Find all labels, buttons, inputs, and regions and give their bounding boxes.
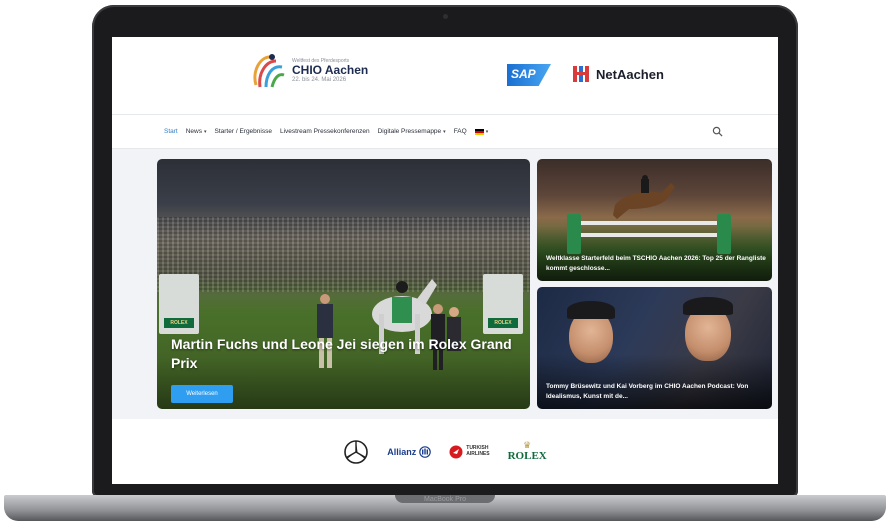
laptop-screen: Weltfest des Pferdesports CHIO Aachen 22… xyxy=(112,37,778,484)
camera-icon xyxy=(443,14,448,19)
turkish-airlines-icon xyxy=(449,445,463,458)
rolex-text: ROLEX xyxy=(507,450,547,462)
sponsor-strip: Allianz TURKISH AIRLINES ♛ ROLEX xyxy=(112,419,778,484)
event-date: 22. bis 24. Mai 2026 xyxy=(292,76,347,83)
nav-label: News xyxy=(185,128,202,135)
chevron-down-icon: ▾ xyxy=(485,128,489,135)
jump-post-left xyxy=(567,214,581,254)
rolex-pillar-right: ROLEX xyxy=(483,274,523,334)
nav-item-pressemappe[interactable]: Digitale Pressemappe ▾ xyxy=(378,128,446,135)
germany-flag-icon xyxy=(474,128,484,135)
side-story-card-1[interactable]: Weltklasse Starterfeld beim TSCHIO Aache… xyxy=(537,159,772,281)
device-label: MacBook Pro xyxy=(423,496,467,503)
laptop-lid: Weltfest des Pferdesports CHIO Aachen 22… xyxy=(92,5,798,497)
news-grid: ROLEX ROLEX Martin Fuchs und Leone Jei s… xyxy=(157,159,772,409)
allianz-logo[interactable]: Allianz xyxy=(387,445,432,458)
cap-shape xyxy=(567,301,615,319)
main-story-card[interactable]: ROLEX ROLEX Martin Fuchs und Leone Jei s… xyxy=(157,159,530,409)
rolex-tag: ROLEX xyxy=(488,318,518,328)
cap-shape xyxy=(683,297,733,315)
chevron-down-icon: ▾ xyxy=(443,128,446,135)
netaachen-text: NetAachen xyxy=(596,66,664,82)
logo-title: CHIO Aachen xyxy=(292,63,369,78)
rolex-tag: ROLEX xyxy=(164,318,194,328)
turkish-airlines-text: TURKISH AIRLINES xyxy=(466,445,490,457)
side-story-title-2[interactable]: Tommy Brüsewitz und Kai Vorberg im CHIO … xyxy=(546,382,766,401)
allianz-text: Allianz xyxy=(387,446,417,457)
nav-label: Digitale Pressemappe xyxy=(377,128,442,135)
nav-item-faq[interactable]: FAQ xyxy=(454,128,467,135)
nav-item-news[interactable]: News ▾ xyxy=(186,128,207,135)
language-switcher[interactable]: ▾ xyxy=(474,128,489,135)
site-header: Weltfest des Pferdesports CHIO Aachen 22… xyxy=(112,37,778,115)
netaachen-logo[interactable]: NetAachen xyxy=(572,64,664,84)
read-more-button[interactable]: Weiterlesen xyxy=(171,385,233,403)
side-story-card-2[interactable]: Tommy Brüsewitz und Kai Vorberg im CHIO … xyxy=(537,287,772,409)
allianz-eagle-icon xyxy=(419,445,432,458)
mercedes-star-icon xyxy=(344,439,369,464)
nav-label: Start xyxy=(164,128,178,135)
rolex-logo[interactable]: ♛ ROLEX xyxy=(507,440,547,463)
mercedes-logo[interactable] xyxy=(343,439,369,465)
sap-logo[interactable]: SAP xyxy=(507,64,551,86)
chevron-down-icon: ▾ xyxy=(204,128,207,135)
jump-post-right xyxy=(717,214,731,254)
turkish-airlines-logo[interactable]: TURKISH AIRLINES xyxy=(449,445,490,459)
netaachen-icon xyxy=(573,66,589,82)
nav-item-starter-ergebnisse[interactable]: Starter / Ergebnisse xyxy=(215,128,272,135)
main-nav: Start News ▾ Starter / Ergebnisse Livestr… xyxy=(112,115,778,149)
side-story-title-1[interactable]: Weltklasse Starterfeld beim TSCHIO Aache… xyxy=(546,254,766,273)
rolex-pillar-left: ROLEX xyxy=(159,274,199,334)
nav-item-start[interactable]: Start xyxy=(164,128,178,135)
nav-item-livestream[interactable]: Livestream Pressekonferenzen xyxy=(280,128,370,135)
main-story-title[interactable]: Martin Fuchs und Leone Jei siegen im Rol… xyxy=(171,335,521,373)
nav-label: Livestream Pressekonferenzen xyxy=(279,128,370,135)
nav-label: Starter / Ergebnisse xyxy=(214,128,272,135)
rolex-crown-icon: ♛ xyxy=(523,440,532,450)
chio-rings-icon xyxy=(253,54,285,88)
jump-rail xyxy=(581,233,717,237)
search-icon[interactable] xyxy=(712,126,723,137)
chio-logo[interactable]: Weltfest des Pferdesports CHIO Aachen 22… xyxy=(250,51,368,91)
nav-label: FAQ xyxy=(453,128,467,135)
horse-jump-photo xyxy=(613,175,675,219)
turkish-line-2: AIRLINES xyxy=(466,450,490,457)
